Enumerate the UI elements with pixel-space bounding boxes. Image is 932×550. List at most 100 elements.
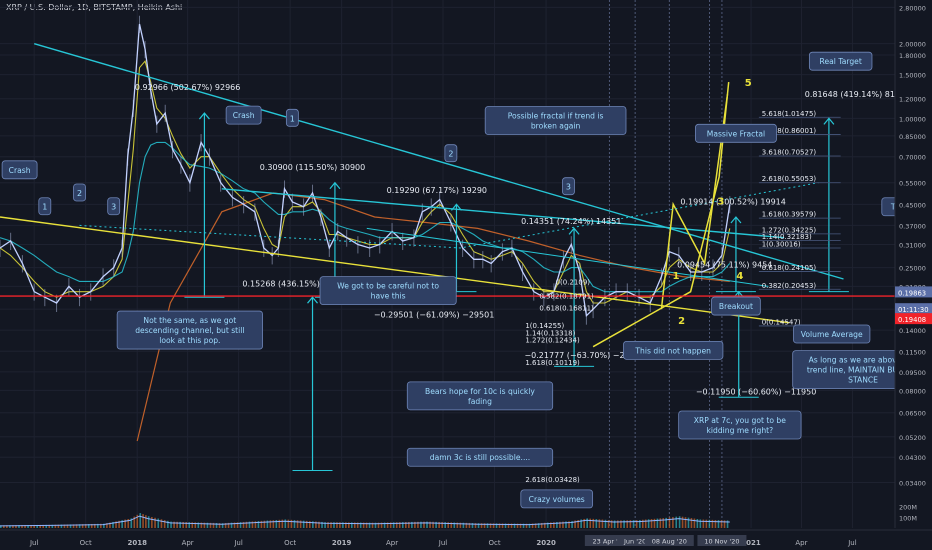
moving-average-yellow [0,60,731,304]
annotation-callout: Volume Average [793,324,871,344]
annotation-text: have this [371,292,406,301]
annotation-callout: Breakout [711,296,761,316]
annotation-callout: XRP at 7c, you got to bekidding me right… [678,410,802,440]
annotation-text: XRP at 7c, you got to be [694,416,786,425]
fib-level-label: 1.272(0.12434) [525,337,580,345]
time-axis-label: Oct [488,539,500,547]
time-axis-label: 2020 [536,539,556,547]
wave-label: 2 [77,189,82,198]
time-axis-label: Apr [182,539,194,547]
price-axis-tick: 0.14000 [899,327,926,335]
time-axis-label: Apr [795,539,807,547]
volume-bar [687,517,690,528]
time-axis-label: Apr [386,539,398,547]
wave-label: 1 [42,203,47,212]
measurement-label: 0.81648 (419.14%) 81648 [805,90,910,99]
annotation-text: kidding me right? [707,426,774,435]
annotation-text: Possible fractal if trend is [508,112,604,121]
time-tag-label: 08 Aug '20 [652,538,687,546]
wave-label: 4 [736,271,743,282]
annotation-text: broken again [531,122,581,131]
price-axis-tick: 0.85000 [899,133,926,141]
price-axis-tick: 1.50000 [899,72,926,80]
price-axis-tick: 2.00000 [899,41,926,49]
measurement-label: 0.19290 (67.17%) 19290 [387,186,487,195]
price-axis-tick: 0.25000 [899,265,926,273]
annotation-text: Volume Average [801,330,863,339]
measurement-label: 0.14351 (74.24%) 14351 [521,217,621,226]
annotation-text: descending channel, but still [135,326,244,335]
time-axis-label: Jul [29,539,39,547]
volume-bar [151,517,153,528]
annotation-text: This did not happen [634,346,711,355]
fib-level-label: 5.618(1.01475) [762,110,817,118]
time-tag-label: 10 Nov '20 [704,538,739,546]
annotation-text: damn 3c is still possible.... [430,453,530,462]
measurement-label: 0.92966 (502.67%) 92966 [135,83,240,92]
price-axis-tick: 0.05200 [899,434,926,442]
time-axis-label: Jul [438,539,448,547]
price-axis-tick: 2.80000 [899,4,926,12]
annotation-callout: Massive Fractal [695,123,777,143]
annotation-text: fading [468,397,492,406]
price-axis-tick: 0.03400 [899,480,926,488]
price-axis-tick: 0.70000 [899,154,926,162]
price-axis-tick: 0.31000 [899,241,926,249]
wave-label: 3 [566,183,571,192]
volume-bar [681,516,684,528]
price-chart[interactable]: 5.618(1.01475)4.618(0.86001)3.618(0.7052… [0,0,932,550]
fib-level-label: 2.618(0.03428) [525,476,580,484]
fib-level-label: 1.618(0.10119) [525,359,580,367]
volume-bar [690,518,693,528]
price-axis-tick: 1.00000 [899,115,926,123]
volume-bar [154,517,156,528]
time-axis-label: Jul [847,539,857,547]
wave-label: 3 [111,203,116,212]
annotation-text: Crash [9,166,31,175]
fib-level-label: 1(0.14255) [525,322,564,330]
wave-label: 5 [745,78,752,89]
annotation-text: STANCE [848,376,878,385]
price-axis-tick: 0.37000 [899,222,926,230]
fib-level-label: 0.618(0.16811) [539,304,594,312]
annotation-text: Breakout [719,302,753,311]
annotation-text: We got to be careful not to [337,282,439,291]
price-axis-tick: 1.80000 [899,52,926,60]
price-axis-tick: 1.20000 [899,96,926,104]
price-axis-tick: 0.06500 [899,410,926,418]
measurement-label: 0.30900 (115.50%) 30900 [260,163,365,172]
fib-level-label: 0.382(0.18791) [539,292,594,300]
price-axis-tick: 0.55000 [899,180,926,188]
price-tag-label: 0.19863 [898,289,926,297]
volume-bar [145,515,147,528]
volume-bar [696,519,699,528]
measurement-label: 0.09454 (75.11%) 9454 [677,261,772,270]
volume-bar [678,516,681,528]
price-axis-tick: 0.04300 [899,454,926,462]
price-axis-tick: 0.09500 [899,369,926,377]
time-tag-label: Jun '20 [623,538,646,546]
price-tag-label: 01:11:30 [898,306,929,314]
fib-level-label: 0(0.2109) [556,278,591,286]
wave-label: 1 [673,271,680,282]
annotation-callout: We got to be careful not tohave this [319,276,457,305]
annotation-text: Crazy volumes [529,495,585,504]
volume-bar [684,517,687,528]
chart-screen: XRP / U.S. Dollar, 1D, BITSTAMP, Heikin … [0,0,932,550]
volume-bar [139,513,142,528]
annotation-callout: Crash [225,105,262,125]
time-axis-label: 2019 [332,539,352,547]
wave-label: 2 [678,316,685,327]
fib-level-label: 1(0.30016) [762,241,801,249]
fib-level-label: 0.382(0.20453) [762,282,817,290]
time-axis-label: Oct [80,539,92,547]
volume-bar [693,518,696,528]
price-axis-tick: 0.11500 [899,348,926,356]
annotation-callout: Real Target [808,51,873,71]
annotation-callout: Not the same, as we gotdescending channe… [116,310,263,350]
price-axis-tick: 0.08000 [899,387,926,395]
volume-bar [142,514,144,528]
fib-level-label: 2.618(0.55053) [762,175,817,183]
fib-level-label: 3.618(0.70527) [762,148,817,156]
annotation-callout: Crash [1,160,38,180]
